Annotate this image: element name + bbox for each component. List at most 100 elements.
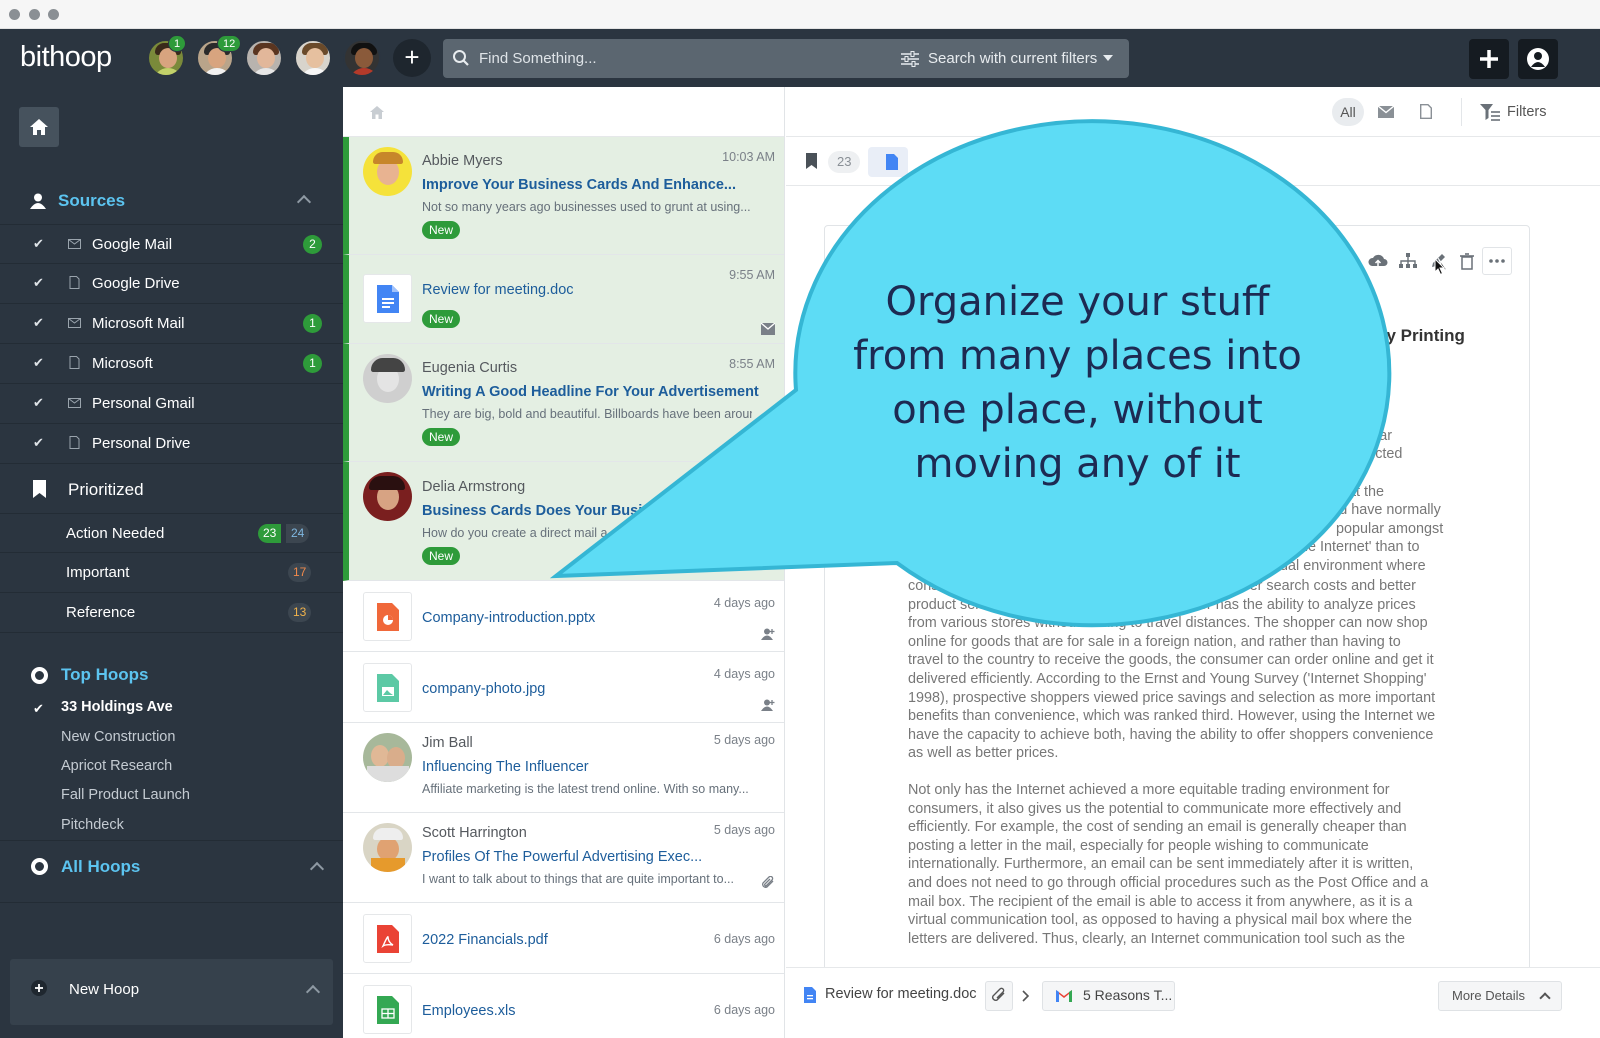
breadcrumb-email[interactable]: 5 Reasons T... <box>1042 981 1175 1011</box>
timestamp: 5 days ago <box>713 823 775 837</box>
prioritized-item[interactable]: Reference 13 <box>0 593 343 633</box>
source-item[interactable]: ✔ Personal Drive <box>0 424 343 464</box>
text-line: t popular <box>1336 427 1393 444</box>
add-circle-icon <box>31 980 47 996</box>
chevron-up-icon <box>1539 992 1551 1004</box>
prioritized-item[interactable]: Important 17 <box>0 553 343 593</box>
hoop-item[interactable]: Fall Product Launch <box>61 787 190 803</box>
new-hoop-label: New Hoop <box>69 981 140 998</box>
subject: Improve Your Business Cards And Enhance.… <box>422 177 736 193</box>
check-icon[interactable]: ✔ <box>33 355 44 371</box>
avatar[interactable] <box>343 39 381 77</box>
divider <box>1461 98 1462 126</box>
source-item[interactable]: ✔ Google Drive <box>0 264 343 304</box>
list-item[interactable]: Scott Harrington 5 days ago Profiles Of … <box>343 813 784 903</box>
bookmark-icon[interactable] <box>806 153 817 169</box>
new-hoop-button[interactable]: New Hoop <box>10 959 333 1025</box>
filter-all-button[interactable]: All <box>1332 98 1364 126</box>
expand-icon[interactable] <box>305 984 321 1000</box>
filter-icon[interactable] <box>1480 103 1500 121</box>
search-input[interactable] <box>479 39 879 78</box>
all-hoops-heading[interactable]: All Hoops <box>61 857 140 877</box>
action-count: 23 <box>258 524 282 543</box>
collapse-sources-icon[interactable] <box>296 194 312 210</box>
check-icon[interactable]: ✔ <box>33 236 44 252</box>
account-button[interactable] <box>1518 39 1558 79</box>
new-badge: New <box>422 221 461 239</box>
source-label: Google Drive <box>92 275 180 292</box>
create-button[interactable] <box>1469 39 1509 79</box>
mail-icon <box>68 318 81 328</box>
trash-icon[interactable] <box>1453 247 1481 275</box>
list-item[interactable]: 4 days ago Company-introduction.pptx <box>343 581 784 652</box>
list-item[interactable]: Eugenia Curtis 8:55 AM Writing A Good He… <box>343 344 784 462</box>
prioritized-heading[interactable]: Prioritized <box>68 480 144 500</box>
divider <box>0 840 343 841</box>
cloud-upload-icon[interactable] <box>1364 247 1392 275</box>
check-icon[interactable]: ✔ <box>33 275 44 291</box>
search-filter-dropdown[interactable]: Search with current filters <box>928 39 1097 78</box>
home-icon[interactable] <box>369 104 385 120</box>
hoop-circle-icon <box>31 858 48 875</box>
list-item[interactable]: Abbie Myers 10:03 AM Improve Your Busine… <box>343 137 784 255</box>
plus-icon <box>1480 50 1498 68</box>
more-actions-button[interactable] <box>1482 247 1512 275</box>
sender-name: Eugenia Curtis <box>422 360 518 376</box>
check-icon[interactable]: ✔ <box>33 315 44 331</box>
prioritized-label: Reference <box>66 604 136 621</box>
subject: Writing A Good Headline For Your Adverti… <box>422 384 759 400</box>
source-item[interactable]: ✔ Google Mail 2 <box>0 224 343 264</box>
document-title: nary Printing <box>1360 326 1465 345</box>
avatar <box>363 733 412 782</box>
mail-filter-icon[interactable] <box>1378 106 1394 118</box>
image-file-icon <box>363 663 412 712</box>
check-icon[interactable]: ✔ <box>33 435 44 451</box>
list-item[interactable]: 4 days ago company-photo.jpg <box>343 652 784 723</box>
list-item[interactable]: 6 days ago Employees.xls <box>343 974 784 1038</box>
sources-heading[interactable]: Sources <box>58 191 125 211</box>
hierarchy-icon[interactable] <box>1394 247 1422 275</box>
document-icon <box>69 276 80 289</box>
list-item[interactable]: 9:55 AM Review for meeting.doc New <box>343 255 784 344</box>
open-external-icon[interactable] <box>1336 247 1364 275</box>
chevron-down-icon[interactable] <box>1103 55 1113 62</box>
google-doc-icon <box>886 154 898 170</box>
hoop-item[interactable]: Pitchdeck <box>61 817 124 833</box>
hoop-circle-icon <box>31 667 48 684</box>
document-filter-icon[interactable] <box>1420 104 1432 119</box>
check-icon[interactable]: ✔ <box>33 395 44 411</box>
breadcrumb-document[interactable]: Review for meeting.doc <box>825 986 977 1002</box>
prioritized-item[interactable]: Action Needed 23 24 <box>0 513 343 553</box>
source-item[interactable]: ✔ Microsoft 1 <box>0 344 343 384</box>
minimize-window-icon[interactable] <box>29 9 40 20</box>
avatar[interactable] <box>245 39 283 77</box>
hoop-item[interactable]: Apricot Research <box>61 758 172 774</box>
add-member-button[interactable]: + <box>393 39 431 77</box>
hoop-item[interactable]: New Construction <box>61 729 175 745</box>
list-item[interactable]: 6 days ago 2022 Financials.pdf <box>343 903 784 974</box>
source-item[interactable]: ✔ Personal Gmail <box>0 384 343 424</box>
avatar[interactable] <box>294 39 332 77</box>
mail-icon <box>68 239 81 249</box>
search-bar[interactable]: Search with current filters <box>443 39 1129 78</box>
hoop-item[interactable]: 33 Holdings Ave <box>61 699 173 715</box>
filters-button[interactable]: Filters <box>1507 104 1546 120</box>
app-logo: bithoop <box>20 41 112 73</box>
file-name: Company-introduction.pptx <box>422 610 596 626</box>
app-window: bithoop 1 12 + Search with current filte… <box>0 0 1600 1038</box>
timestamp: 5 days ago <box>713 733 775 747</box>
timestamp: 6 days ago <box>713 932 775 946</box>
maximize-window-icon[interactable] <box>48 9 59 20</box>
home-button[interactable] <box>19 107 59 147</box>
attachments-button[interactable] <box>985 981 1013 1011</box>
list-item[interactable]: Jim Ball 5 days ago Influencing The Infl… <box>343 723 784 813</box>
more-details-button[interactable]: More Details <box>1438 981 1562 1011</box>
list-item[interactable]: Delia Armstrong Business Cards Does Your… <box>343 462 784 581</box>
source-item[interactable]: ✔ Microsoft Mail 1 <box>0 304 343 344</box>
close-window-icon[interactable] <box>9 9 20 20</box>
tab-document[interactable] <box>868 147 908 177</box>
paragraph: Not only has the Internet achieved a mor… <box>908 781 1429 947</box>
top-hoops-heading[interactable]: Top Hoops <box>61 665 149 685</box>
check-icon: ✔ <box>33 701 44 716</box>
collapse-all-hoops-icon[interactable] <box>309 861 325 877</box>
